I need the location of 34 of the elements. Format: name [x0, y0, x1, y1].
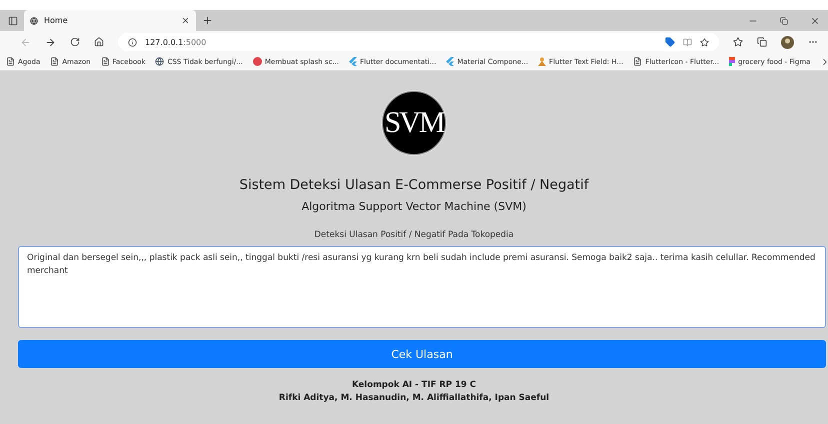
forward-icon[interactable]	[45, 36, 56, 48]
page-title: Sistem Deteksi Ulasan E-Commerse Positif / Negatif	[239, 177, 589, 193]
field-label: Deteksi Ulasan Positif / Negatif Pada Tokopedia	[314, 230, 514, 240]
page-icon	[6, 57, 15, 66]
page-icon	[50, 57, 60, 66]
globe-icon	[155, 57, 164, 66]
page-icon	[633, 57, 642, 66]
circle-icon	[252, 57, 262, 66]
svm-logo: SVM	[382, 91, 446, 155]
page-subtitle: Algoritma Support Vector Machine (SVM)	[302, 200, 526, 213]
browser-tab[interactable]: Home	[24, 10, 196, 31]
tab-title: Home	[44, 16, 69, 25]
person-icon	[538, 57, 546, 66]
home-icon[interactable]	[94, 37, 104, 47]
address-bar[interactable]: 127.0.0.1:5000	[118, 33, 719, 51]
footer-text: Rifki Aditya, M. Hasanudin, M. Aliffiallathifa, Ipan Saeful	[278, 393, 550, 403]
review-field[interactable]: Original dan bersegel sein,,, plastik pack asli sein,, tinggal bukti /resi asuransi yg kurang krn beli sudah include premi asuransi. Semoga baik2 saja.. terima kasih celullar. Recommended merchant	[18, 246, 826, 328]
favorites-icon[interactable]	[733, 37, 743, 47]
flutter-icon	[446, 57, 454, 66]
close-icon[interactable]	[181, 16, 190, 25]
favorite-icon[interactable]	[700, 38, 709, 46]
flutter-icon	[348, 57, 357, 66]
tag-icon[interactable]	[665, 37, 675, 47]
reload-icon[interactable]	[70, 37, 80, 47]
profile-avatar[interactable]	[781, 36, 794, 48]
restore-icon[interactable]	[780, 16, 788, 24]
page-icon	[100, 57, 110, 66]
check-review-button[interactable]: Cek Ulasan	[18, 340, 826, 368]
info-icon	[128, 38, 137, 46]
globe-icon	[30, 16, 38, 24]
close-icon[interactable]	[810, 16, 820, 26]
figma-icon	[729, 57, 736, 66]
footer-text: Kelompok AI - TIF RP 19 C	[352, 380, 476, 390]
url-text: 127.0.0.1:5000	[145, 38, 206, 46]
